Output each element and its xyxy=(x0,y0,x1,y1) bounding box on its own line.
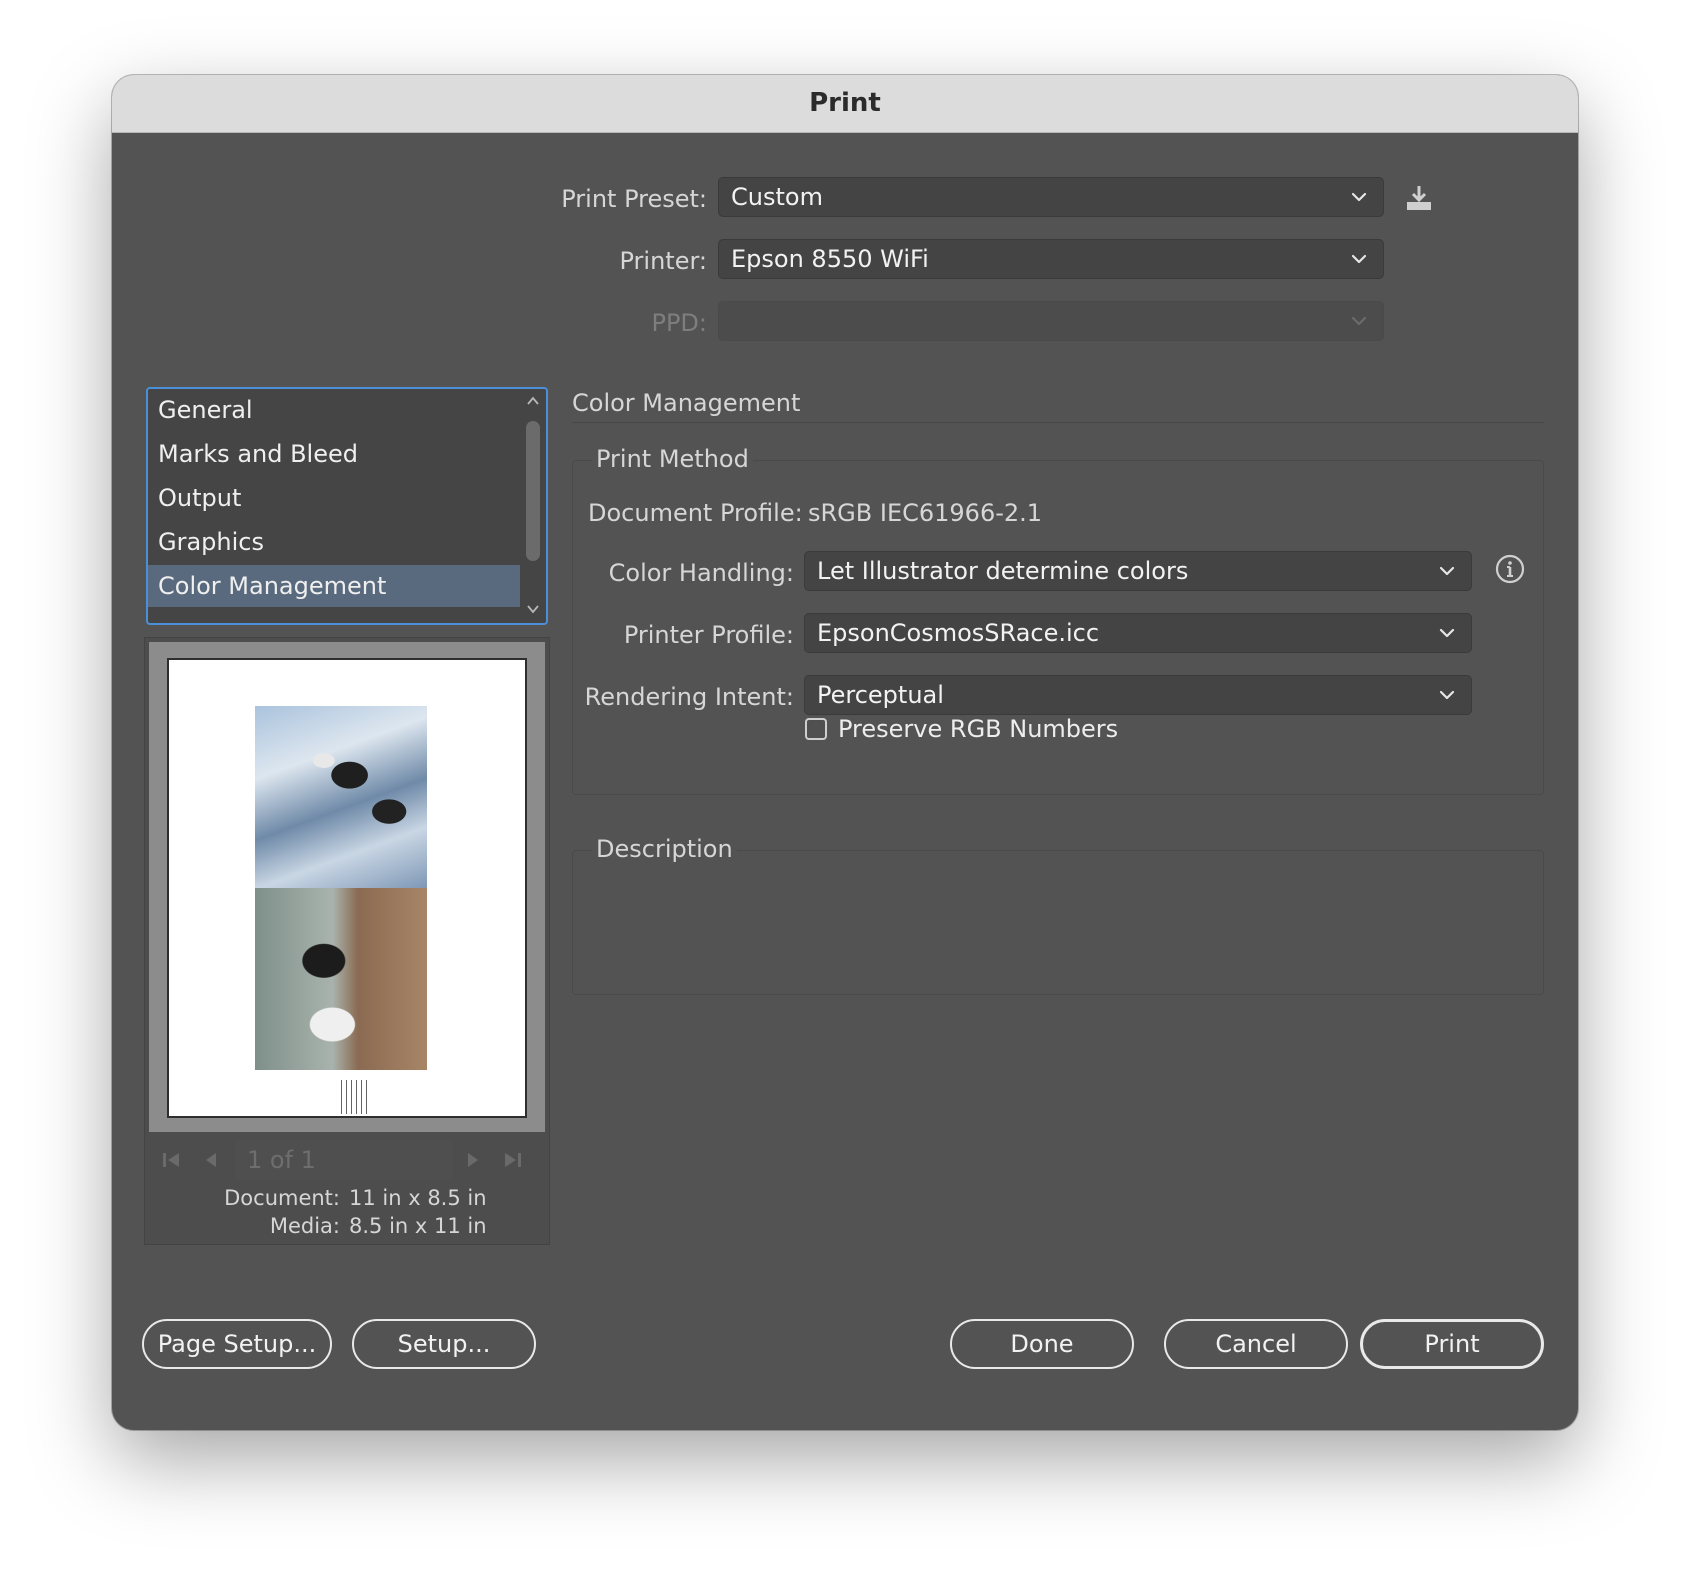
cancel-button[interactable]: Cancel xyxy=(1164,1319,1348,1369)
description-group xyxy=(572,850,1544,995)
chevron-down-icon xyxy=(1439,628,1455,638)
chevron-down-icon xyxy=(1351,192,1367,202)
info-icon[interactable] xyxy=(1494,553,1526,585)
printer-select[interactable]: Epson 8550 WiFi xyxy=(718,239,1384,279)
color-handling-label: Color Handling: xyxy=(608,559,794,587)
preview-image-dog-snow xyxy=(255,706,427,888)
save-preset-icon[interactable] xyxy=(1404,183,1434,213)
print-preset-value: Custom xyxy=(731,183,823,211)
preview-image-dog-blanket xyxy=(255,888,427,1070)
rendering-intent-label: Rendering Intent: xyxy=(584,683,794,711)
sidebar-item-color-management[interactable]: Color Management xyxy=(148,565,520,607)
chevron-down-icon xyxy=(1351,316,1367,326)
done-button[interactable]: Done xyxy=(950,1319,1134,1369)
category-list[interactable]: General Marks and Bleed Output Graphics … xyxy=(146,387,548,625)
scroll-down-icon[interactable] xyxy=(526,603,540,615)
last-page-icon[interactable] xyxy=(501,1148,525,1172)
print-method-title: Print Method xyxy=(592,445,753,473)
sidebar-item-marks-and-bleed[interactable]: Marks and Bleed xyxy=(148,433,520,475)
document-size-label: Document: xyxy=(224,1186,340,1210)
preserve-rgb-label[interactable]: Preserve RGB Numbers xyxy=(838,715,1118,743)
page-number-field[interactable]: 1 of 1 xyxy=(235,1140,453,1180)
preview-page-annotation xyxy=(341,1080,371,1114)
print-preset-label: Print Preset: xyxy=(561,185,707,213)
document-profile-value: sRGB IEC61966-2.1 xyxy=(808,499,1043,527)
window-title: Print xyxy=(112,75,1578,133)
ppd-select xyxy=(718,301,1384,341)
printer-value: Epson 8550 WiFi xyxy=(731,245,929,273)
printer-profile-value: EpsonCosmosSRace.icc xyxy=(817,619,1100,647)
ppd-label: PPD: xyxy=(651,309,707,337)
next-page-icon[interactable] xyxy=(461,1148,485,1172)
previous-page-icon[interactable] xyxy=(199,1148,223,1172)
setup-button[interactable]: Setup... xyxy=(352,1319,536,1369)
scroll-thumb[interactable] xyxy=(526,421,540,561)
list-scrollbar[interactable] xyxy=(524,395,542,617)
document-profile-label: Document Profile: xyxy=(588,499,803,527)
chevron-down-icon xyxy=(1351,254,1367,264)
media-size-value: 8.5 in x 11 in xyxy=(349,1214,487,1238)
page-setup-button[interactable]: Page Setup... xyxy=(142,1319,332,1369)
first-page-icon[interactable] xyxy=(159,1148,183,1172)
color-handling-select[interactable]: Let Illustrator determine colors xyxy=(804,551,1472,591)
print-button[interactable]: Print xyxy=(1360,1319,1544,1369)
media-size-label: Media: xyxy=(269,1214,340,1238)
chevron-down-icon xyxy=(1439,566,1455,576)
page-preview[interactable] xyxy=(167,658,527,1118)
color-handling-value: Let Illustrator determine colors xyxy=(817,557,1189,585)
description-title: Description xyxy=(592,835,737,863)
rendering-intent-select[interactable]: Perceptual xyxy=(804,675,1472,715)
sidebar-item-graphics[interactable]: Graphics xyxy=(148,521,520,563)
section-divider xyxy=(572,422,1544,423)
preview-frame xyxy=(149,642,545,1132)
preserve-rgb-checkbox[interactable] xyxy=(805,718,827,740)
chevron-down-icon xyxy=(1439,690,1455,700)
printer-profile-label: Printer Profile: xyxy=(623,621,794,649)
section-title-color-management: Color Management xyxy=(572,389,801,417)
document-size-value: 11 in x 8.5 in xyxy=(349,1186,487,1210)
printer-label: Printer: xyxy=(619,247,707,275)
sidebar-item-general[interactable]: General xyxy=(148,389,520,431)
sidebar-item-output[interactable]: Output xyxy=(148,477,520,519)
print-preset-select[interactable]: Custom xyxy=(718,177,1384,217)
print-dialog: Print Print Preset: Custom Printer: Epso… xyxy=(112,75,1578,1430)
rendering-intent-value: Perceptual xyxy=(817,681,944,709)
scroll-up-icon[interactable] xyxy=(526,395,540,407)
page-navigation: 1 of 1 xyxy=(149,1140,545,1182)
printer-profile-select[interactable]: EpsonCosmosSRace.icc xyxy=(804,613,1472,653)
preview-panel: 1 of 1 Document: 11 in x 8.5 in Media: 8… xyxy=(144,637,550,1245)
